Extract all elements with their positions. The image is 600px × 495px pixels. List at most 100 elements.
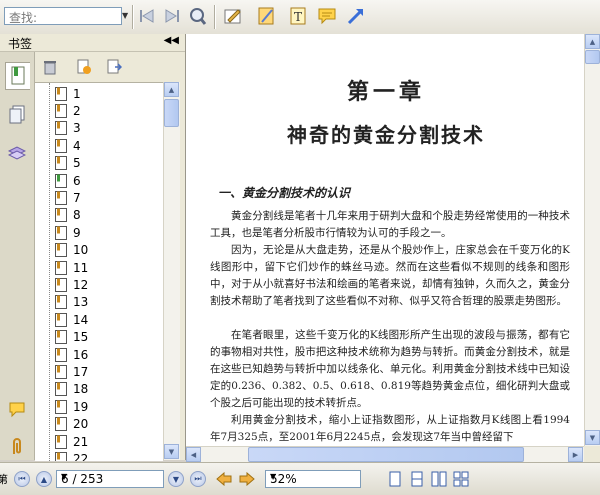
bookmark-item[interactable]: 19: [55, 398, 88, 415]
search-dropdown-icon[interactable]: ▼: [122, 7, 130, 25]
bookmark-label: 7: [73, 190, 81, 205]
bookmark-item[interactable]: 10: [55, 242, 88, 259]
bookmark-page-icon: [55, 138, 67, 153]
attachment-tab-icon[interactable]: [5, 434, 29, 460]
scroll-up-icon[interactable]: ▲: [585, 34, 600, 49]
bookmark-page-icon: [55, 173, 67, 188]
bookmark-page-icon: [55, 156, 67, 171]
bookmark-properties-icon[interactable]: [105, 58, 123, 76]
search-input[interactable]: 查找:: [4, 7, 122, 25]
bookmark-label: 8: [73, 208, 81, 223]
bookmark-item[interactable]: 18: [55, 381, 88, 398]
search-glass-icon[interactable]: [186, 5, 208, 27]
bookmark-item[interactable]: 8: [55, 207, 81, 224]
facing-view-icon[interactable]: [430, 470, 448, 488]
bookmark-item[interactable]: 5: [55, 155, 81, 172]
bookmark-label: 13: [73, 295, 89, 310]
bookmark-label: 5: [73, 156, 81, 171]
bookmark-page-icon: [55, 312, 67, 327]
document-horizontal-scrollbar[interactable]: ◀ ▶: [186, 446, 584, 463]
delete-bookmark-icon[interactable]: [41, 58, 59, 76]
pages-tab-icon[interactable]: [5, 102, 29, 128]
horizontal-scroll-thumb[interactable]: [248, 447, 524, 462]
bookmark-scrollbar[interactable]: ▲ ▼: [163, 82, 180, 460]
document-view[interactable]: 第一章 神奇的黄金分割技术 一、黄金分割技术的认识 黄金分割线是笔者十几年来用于…: [186, 34, 584, 446]
bookmark-item[interactable]: 22: [55, 450, 88, 461]
navigation-bar: 第 ⏮ ▲ 6 / 253 ▼ ▼ ⏭ 52% ▼: [0, 462, 600, 495]
next-result-icon[interactable]: [161, 5, 183, 27]
bookmark-label: 22: [73, 451, 89, 461]
bookmark-item[interactable]: 21: [55, 433, 88, 450]
bookmark-page-icon: [55, 103, 67, 118]
scroll-right-icon[interactable]: ▶: [568, 447, 583, 462]
scroll-up-icon[interactable]: ▲: [164, 82, 179, 97]
bookmark-page-icon: [55, 399, 67, 414]
comment-icon[interactable]: [316, 5, 338, 27]
zoom-dropdown-icon[interactable]: ▼: [270, 472, 358, 481]
bookmark-item[interactable]: 6: [55, 172, 81, 189]
bookmark-item[interactable]: 7: [55, 189, 81, 206]
bookmark-item[interactable]: 3: [55, 120, 81, 137]
bookmark-label: 16: [73, 347, 89, 362]
document-vertical-scrollbar[interactable]: ▲ ▼: [584, 34, 600, 446]
search-placeholder: 查找:: [9, 11, 38, 25]
bookmark-label: 21: [73, 434, 89, 449]
bookmarks-tab-icon[interactable]: [5, 62, 30, 90]
bookmark-item[interactable]: 15: [55, 329, 88, 346]
bookmark-pane-title: 书签: [8, 37, 33, 51]
last-page-icon[interactable]: ⏭: [190, 471, 206, 487]
bookmark-item[interactable]: 2: [55, 102, 81, 119]
bookmark-item[interactable]: 9: [55, 224, 81, 241]
bookmark-page-icon: [55, 347, 67, 362]
bookmark-list: 1 2 3 4 5 6 7 8 9 10 11 12 13 14 15 16 17 18 19 20 21 22: [35, 82, 163, 461]
section-heading: 一、黄金分割技术的认识: [218, 186, 351, 200]
bookmark-item[interactable]: 12: [55, 276, 88, 293]
prev-result-icon[interactable]: [136, 5, 158, 27]
document-scroll-thumb[interactable]: [585, 50, 600, 64]
bookmark-page-icon: [55, 190, 67, 205]
continuous-facing-view-icon[interactable]: [452, 470, 470, 488]
page-number-input[interactable]: 6 / 253 ▼: [56, 470, 164, 488]
first-page-icon[interactable]: ⏮: [14, 471, 30, 487]
scroll-left-icon[interactable]: ◀: [186, 447, 201, 462]
scroll-down-icon[interactable]: ▼: [585, 430, 600, 445]
text-box-icon[interactable]: T: [287, 5, 309, 27]
scroll-down-icon[interactable]: ▼: [164, 444, 179, 459]
bookmark-label: 20: [73, 417, 89, 432]
prev-page-icon[interactable]: ▲: [36, 471, 52, 487]
highlight-tool-icon[interactable]: [222, 5, 244, 27]
single-page-view-icon[interactable]: [386, 470, 404, 488]
bookmark-pane: 书签 ◀◀ 1 2 3 4 5 6 7 8 9 10 11 12 13 14 15 16 17 1: [0, 34, 186, 461]
bookmark-item[interactable]: 4: [55, 137, 81, 154]
bookmark-page-icon: [55, 364, 67, 379]
bookmark-page-icon: [55, 434, 67, 449]
page-dropdown-icon[interactable]: ▼: [61, 472, 161, 481]
bookmark-item[interactable]: 17: [55, 363, 88, 380]
zoom-select[interactable]: 52% ▼: [265, 470, 361, 488]
paragraph: 在笔者眼里，这些千变万化的K线图形所产生出现的波段与振荡，都有它的事物相对共性，…: [210, 329, 570, 409]
bookmark-item[interactable]: 16: [55, 346, 88, 363]
next-page-icon[interactable]: ▼: [168, 471, 184, 487]
sidebar-tabs: [0, 52, 35, 460]
collapse-pane-icon[interactable]: ◀◀: [164, 35, 179, 46]
bookmark-scroll-thumb[interactable]: [164, 99, 179, 127]
new-bookmark-icon[interactable]: [75, 58, 93, 76]
go-forward-icon[interactable]: [238, 470, 256, 488]
note-pad-icon[interactable]: [255, 5, 277, 27]
continuous-view-icon[interactable]: [408, 470, 426, 488]
bookmark-item[interactable]: 11: [55, 259, 88, 276]
svg-text:T: T: [294, 10, 302, 24]
bookmark-label: 11: [73, 260, 89, 275]
bookmark-page-icon: [55, 86, 67, 101]
bookmark-page-icon: [55, 451, 67, 461]
bookmark-item[interactable]: 1: [55, 85, 81, 102]
bookmark-item[interactable]: 20: [55, 416, 88, 433]
bookmark-item[interactable]: 14: [55, 311, 88, 328]
go-back-icon[interactable]: [215, 470, 233, 488]
bookmark-page-icon: [55, 243, 67, 258]
arrow-tool-icon[interactable]: [345, 5, 367, 27]
bookmark-item[interactable]: 13: [55, 294, 88, 311]
layers-tab-icon[interactable]: [5, 140, 29, 166]
comments-tab-icon[interactable]: [5, 396, 29, 422]
bookmark-label: 15: [73, 330, 89, 345]
